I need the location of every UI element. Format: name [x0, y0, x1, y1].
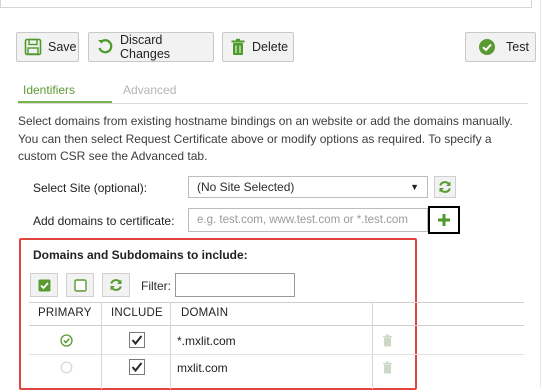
column-divider	[170, 303, 171, 389]
save-button[interactable]: Save	[16, 32, 79, 62]
delete-button[interactable]: Delete	[222, 32, 294, 62]
test-button-label: Test	[506, 40, 529, 54]
right-divider	[540, 0, 541, 388]
site-select[interactable]: (No Site Selected) ▼	[188, 176, 428, 198]
include-checkbox[interactable]	[129, 332, 145, 348]
column-divider	[372, 303, 373, 389]
undo-icon	[98, 39, 113, 54]
checked-box-icon	[38, 279, 50, 291]
unchecked-box-icon	[73, 278, 87, 292]
column-divider	[101, 303, 102, 389]
delete-domain-button[interactable]	[382, 361, 393, 377]
include-checkbox[interactable]	[129, 359, 145, 375]
add-domains-input[interactable]	[188, 208, 428, 232]
discard-changes-button[interactable]: Discard Changes	[88, 32, 214, 62]
domains-grid-header	[29, 302, 524, 326]
select-none-button[interactable]	[66, 273, 94, 297]
radio-empty-icon	[60, 361, 73, 374]
primary-radio-unselected[interactable]	[60, 361, 73, 374]
discard-changes-label: Discard Changes	[120, 33, 171, 61]
save-icon	[24, 38, 42, 56]
refresh-icon	[439, 181, 451, 193]
select-site-label: Select Site (optional):	[33, 181, 148, 195]
column-header-domain[interactable]: DOMAIN	[181, 307, 228, 319]
dropdown-arrow-icon: ▼	[410, 182, 419, 192]
add-domains-label: Add domains to certificate:	[33, 214, 175, 228]
top-panel-border	[0, 0, 532, 8]
test-button[interactable]: Test	[465, 32, 536, 62]
primary-radio-selected[interactable]	[60, 334, 73, 347]
tab-identifiers[interactable]: Identifiers	[23, 83, 75, 97]
delete-domain-button[interactable]	[382, 334, 393, 350]
site-select-value: (No Site Selected)	[197, 180, 295, 194]
tab-advanced[interactable]: Advanced	[123, 83, 176, 97]
domain-cell: *.mxlit.com	[177, 334, 236, 348]
refresh-domains-button[interactable]	[102, 273, 130, 297]
trash-icon	[383, 361, 392, 374]
column-header-include[interactable]: INCLUDE	[111, 307, 163, 319]
tabs-divider	[18, 103, 528, 104]
domain-cell: mxlit.com	[177, 361, 228, 375]
plus-icon	[438, 214, 450, 226]
checkmark-icon	[131, 362, 143, 373]
refresh-sites-button[interactable]	[434, 176, 456, 198]
column-header-primary[interactable]: PRIMARY	[38, 307, 92, 319]
delete-button-label: Delete	[252, 40, 289, 54]
radio-selected-icon	[60, 334, 73, 347]
tab-active-indicator	[18, 101, 112, 103]
top-panel	[0, 0, 546, 10]
check-circle-icon	[479, 39, 495, 55]
save-button-label: Save	[48, 40, 77, 54]
select-all-button[interactable]	[30, 273, 58, 297]
refresh-icon	[110, 279, 122, 291]
filter-label: Filter:	[141, 279, 171, 293]
trash-icon	[231, 38, 245, 55]
add-domain-button[interactable]	[428, 206, 460, 234]
row-divider	[29, 354, 524, 355]
domains-section-title: Domains and Subdomains to include:	[33, 248, 248, 262]
checkmark-icon	[131, 335, 143, 346]
description-text: Select domains from existing hostname bi…	[18, 114, 513, 163]
filter-input[interactable]	[175, 273, 295, 297]
trash-icon	[383, 334, 392, 347]
